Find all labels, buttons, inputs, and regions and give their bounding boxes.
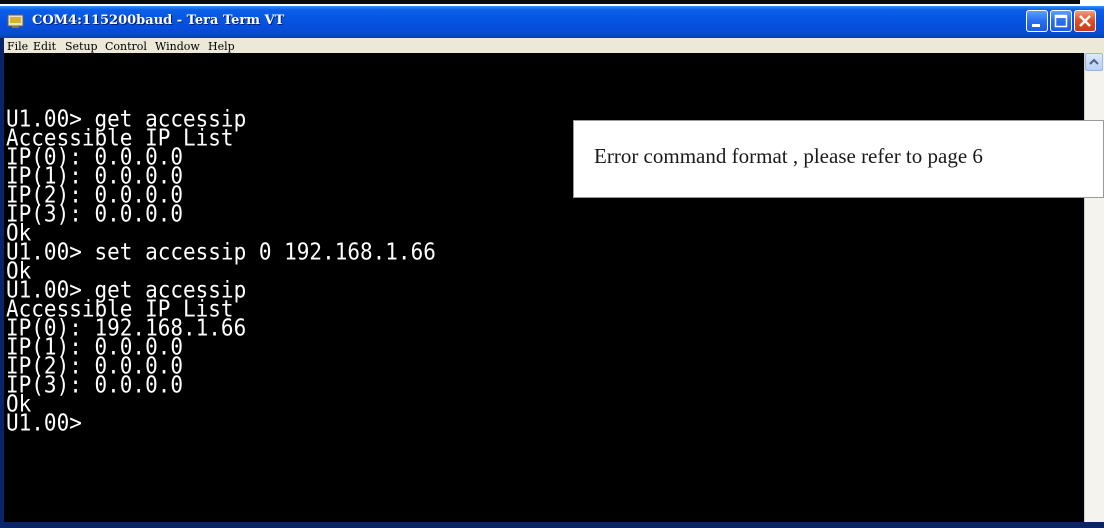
menu-help[interactable]: Help	[208, 40, 235, 53]
menu-setup[interactable]: Setup	[65, 40, 98, 53]
chevron-up-icon	[1089, 58, 1099, 65]
top-border-bar	[0, 0, 1080, 4]
menu-edit[interactable]: Edit	[33, 40, 56, 53]
maximize-icon	[1054, 14, 1068, 28]
menu-window[interactable]: Window	[155, 40, 200, 53]
maximize-button[interactable]	[1050, 10, 1072, 32]
menu-control[interactable]: Control	[105, 40, 147, 53]
menu-file[interactable]: File	[7, 40, 28, 53]
title-bar[interactable]: COM4:115200baud - Tera Term VT	[0, 6, 1104, 38]
terminal-line: IP(3): 0.0.0.0	[6, 371, 184, 398]
terminal-line: U1.00> set accessip 0 192.168.1.66	[6, 238, 436, 265]
error-callout: Error command format , please refer to p…	[573, 120, 1104, 198]
close-button[interactable]	[1074, 10, 1096, 32]
tera-term-icon[interactable]	[7, 13, 25, 29]
minimize-button[interactable]	[1026, 10, 1048, 32]
callout-text: Error command format , please refer to p…	[594, 144, 983, 168]
minimize-icon	[1032, 24, 1040, 27]
window-title: COM4:115200baud - Tera Term VT	[32, 13, 285, 28]
terminal-line: U1.00>	[6, 409, 82, 436]
close-icon	[1079, 15, 1091, 27]
terminal-line: IP(3): 0.0.0.0	[6, 200, 184, 227]
scroll-up-button[interactable]	[1085, 53, 1103, 71]
